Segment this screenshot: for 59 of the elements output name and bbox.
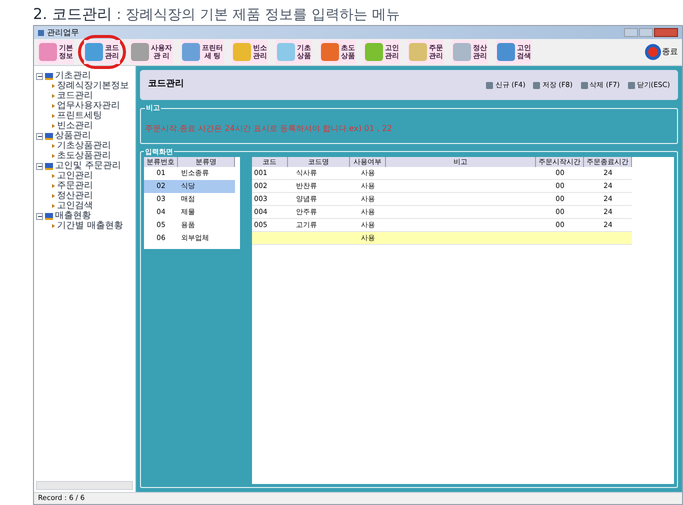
note-text: 주문시작.종료 시간은 24시간 표시로 등록하셔야 합니다.ex) 01 , 22 xyxy=(145,124,392,132)
bullet-icon xyxy=(52,144,55,148)
app-icon xyxy=(38,30,44,36)
tree-item[interactable]: 고인검색 xyxy=(57,202,93,210)
tree-item[interactable]: 기간별 매출현황 xyxy=(57,222,123,230)
bullet-icon xyxy=(52,184,55,188)
bullet-icon xyxy=(52,94,55,98)
tree-item[interactable]: 기초관리 xyxy=(55,72,91,80)
toolbar-icon xyxy=(131,43,149,61)
target-icon xyxy=(645,44,661,60)
collapse-icon[interactable] xyxy=(36,162,43,170)
tree-item[interactable]: 고인및 주문관리 xyxy=(55,162,121,170)
toolbar-icon xyxy=(182,43,200,61)
bullet-icon xyxy=(52,224,55,228)
action-icon xyxy=(628,82,635,88)
folder-icon xyxy=(45,72,53,80)
action-icon xyxy=(580,82,588,88)
bullet-icon xyxy=(52,194,55,198)
tree-item[interactable]: 상품관리 xyxy=(55,132,91,140)
action-icon xyxy=(486,82,494,88)
horizontal-scrollbar[interactable] xyxy=(36,481,133,490)
folder-icon xyxy=(45,132,53,140)
toolbar-icon xyxy=(453,43,471,61)
bullet-icon xyxy=(52,154,55,158)
folder-icon xyxy=(45,212,53,220)
toolbar-icon xyxy=(497,43,515,61)
bullet-icon xyxy=(52,174,55,178)
heading: 2. 코드관리 : 장례식장의 기본 제품 정보를 입력하는 메뉴 xyxy=(33,7,400,22)
action-icon xyxy=(533,82,540,88)
bullet-icon xyxy=(52,204,55,208)
folder-icon xyxy=(45,162,53,170)
toolbar-icon xyxy=(233,43,251,61)
tree-item[interactable]: 초도상품관리 xyxy=(57,152,111,160)
tree-item[interactable]: 정산관리 xyxy=(57,192,93,200)
tree-item[interactable]: 매출현황 xyxy=(55,212,91,220)
tree-item[interactable]: 프린트세팅 xyxy=(57,112,102,120)
collapse-icon[interactable] xyxy=(36,212,43,220)
exit-button[interactable]: 종료 xyxy=(645,44,678,60)
tree-item[interactable]: 코드관리 xyxy=(57,92,93,100)
bullet-icon xyxy=(52,114,55,118)
panel-title: 코드관리 xyxy=(148,78,184,92)
toolbar-icon xyxy=(321,43,339,61)
collapse-icon[interactable] xyxy=(36,132,43,140)
tree-item[interactable]: 업무사용자관리 xyxy=(57,102,120,110)
toolbar-icon xyxy=(277,43,295,61)
collapse-icon[interactable] xyxy=(36,72,43,80)
tree-item[interactable]: 장례식장기본정보 xyxy=(57,82,129,90)
bullet-icon xyxy=(52,84,55,88)
tree-item[interactable]: 주문관리 xyxy=(57,182,93,190)
tree-item[interactable]: 빈소관리 xyxy=(57,122,93,130)
toolbar-icon xyxy=(39,43,57,61)
window-title: 관리업무 xyxy=(47,28,79,36)
tree-item[interactable]: 고인관리 xyxy=(57,172,93,180)
bullet-icon xyxy=(52,124,55,128)
toolbar-icon xyxy=(409,43,427,61)
toolbar-icon xyxy=(365,43,383,61)
bullet-icon xyxy=(52,104,55,108)
toolbar-icon xyxy=(85,43,103,61)
tree-item[interactable]: 기초상품관리 xyxy=(57,142,111,150)
